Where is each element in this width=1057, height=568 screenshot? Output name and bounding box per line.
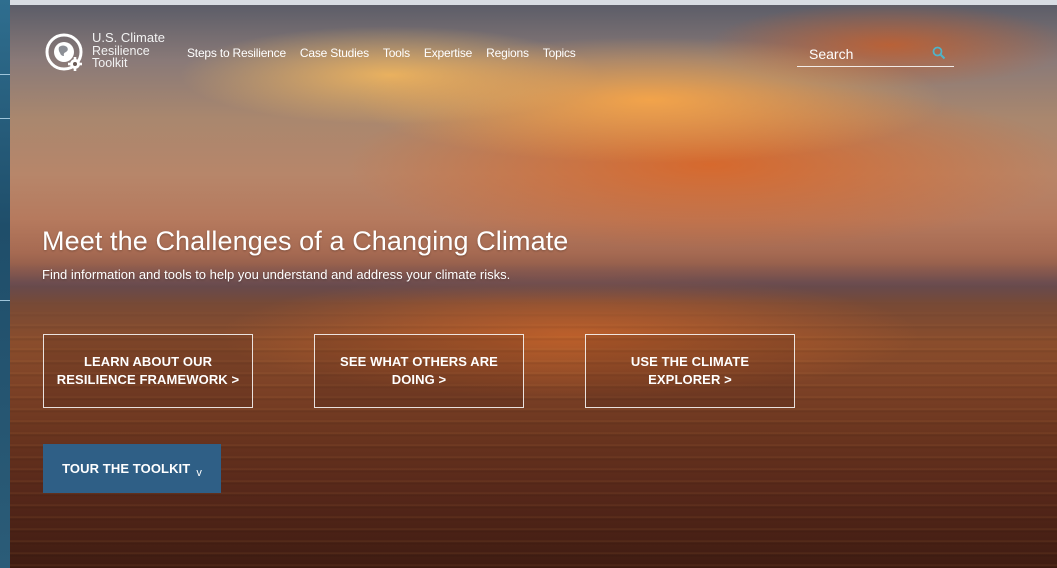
site-name-line-3: Toolkit — [92, 56, 128, 70]
see-others-button[interactable]: SEE WHAT OTHERS ARE DOING > — [314, 334, 524, 408]
learn-framework-button[interactable]: LEARN ABOUT OUR RESILIENCE FRAMEWORK > — [43, 334, 253, 408]
logo-globe-gear-icon[interactable] — [42, 30, 90, 78]
nav-steps-to-resilience[interactable]: Steps to Resilience — [187, 46, 286, 60]
search-icon[interactable] — [932, 46, 946, 60]
chevron-down-icon: v — [196, 466, 202, 479]
site-name-line-1: U.S. Climate — [92, 30, 165, 45]
tour-toolkit-button[interactable]: TOUR THE TOOLKIT v — [43, 444, 221, 493]
climate-explorer-line-1: USE THE CLIMATE — [630, 354, 750, 369]
see-others-line-2: DOING > — [391, 372, 447, 387]
window-left-edge — [0, 0, 10, 568]
learn-framework-line-2: RESILIENCE FRAMEWORK > — [56, 372, 240, 387]
site-name[interactable]: U.S. Climate Resilience Toolkit — [92, 30, 165, 70]
tour-toolkit-label: TOUR THE TOOLKIT — [62, 461, 191, 476]
learn-framework-line-1: LEARN ABOUT OUR — [83, 354, 213, 369]
hero-title: Meet the Challenges of a Changing Climat… — [42, 226, 569, 256]
page: U.S. Climate Resilience Toolkit Steps to… — [0, 0, 1057, 568]
climate-explorer-line-2: EXPLORER > — [648, 372, 732, 387]
nav-case-studies[interactable]: Case Studies — [300, 46, 369, 60]
edge-divider — [0, 118, 10, 119]
hero-subtitle: Find information and tools to help you u… — [42, 267, 511, 282]
nav-regions[interactable]: Regions — [486, 46, 529, 60]
search-box — [797, 42, 954, 67]
nav-expertise[interactable]: Expertise — [424, 46, 472, 60]
nav-topics[interactable]: Topics — [543, 46, 576, 60]
edge-divider — [0, 74, 10, 75]
search-input[interactable] — [807, 42, 929, 66]
climate-explorer-button[interactable]: USE THE CLIMATE EXPLORER > — [585, 334, 795, 408]
nav-tools[interactable]: Tools — [383, 46, 410, 60]
main-nav: Steps to Resilience Case Studies Tools E… — [187, 46, 576, 60]
see-others-line-1: SEE WHAT OTHERS ARE — [340, 354, 498, 369]
edge-divider — [0, 300, 10, 301]
